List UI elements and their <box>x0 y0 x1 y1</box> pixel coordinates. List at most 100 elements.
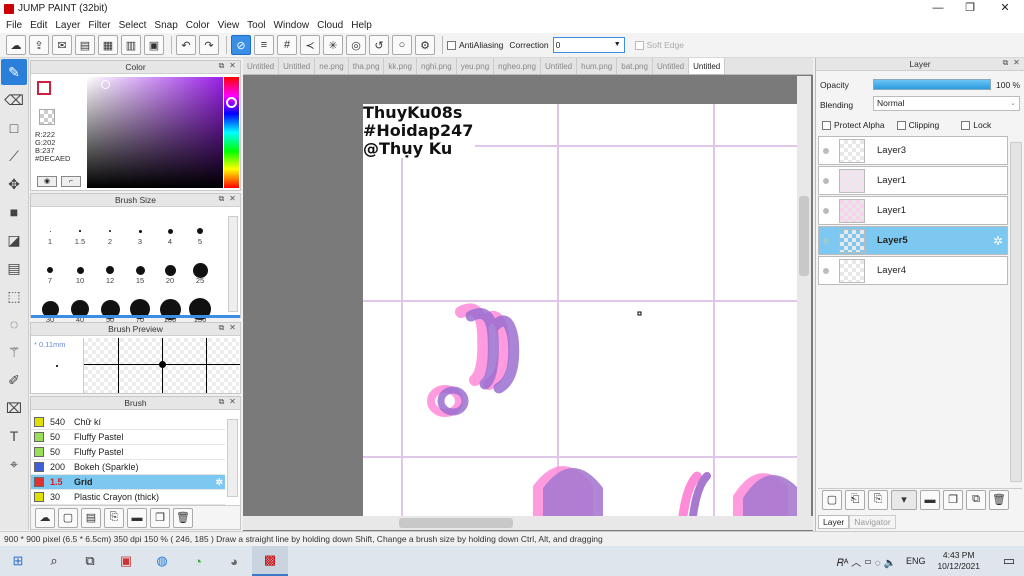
paint-app-icon[interactable]: ◕ <box>216 546 252 576</box>
tab-active[interactable]: Untitled <box>689 58 726 74</box>
pen-tool-icon[interactable]: ✎ <box>1 59 27 85</box>
line-tool-icon[interactable]: ⟋ <box>1 143 27 169</box>
bucket-tool-icon[interactable]: ◪ <box>1 227 27 253</box>
duplicate-icon[interactable]: ❐ <box>150 507 170 528</box>
folder-icon[interactable]: ▬ <box>127 507 147 528</box>
layer-list-scrollbar[interactable] <box>1010 142 1022 482</box>
layer-row[interactable]: Layer3 <box>818 136 1008 165</box>
document-tab[interactable]: Untitled <box>653 58 690 74</box>
document-tab[interactable]: Untitled <box>541 58 578 74</box>
scroll-thumb[interactable] <box>799 196 809 276</box>
scroll-thumb[interactable] <box>399 518 513 528</box>
close-icon[interactable]: ✕ <box>1012 59 1021 68</box>
windows-start-icon[interactable]: ⊞ <box>0 546 36 576</box>
hue-slider[interactable] <box>224 77 239 188</box>
brush-size-dot[interactable] <box>197 228 203 234</box>
snap-circle-icon[interactable]: ◎ <box>346 35 366 55</box>
menu-layer[interactable]: Layer <box>55 20 80 31</box>
snap-radial-icon[interactable]: ✳ <box>323 35 343 55</box>
language-indicator[interactable]: ENG <box>906 556 926 566</box>
brush-size-dot[interactable] <box>138 229 142 233</box>
brush-size-dot[interactable] <box>49 230 51 232</box>
document-tab[interactable]: yeu.png <box>457 58 495 74</box>
search-icon[interactable]: ⌕ <box>36 546 72 576</box>
redo-icon[interactable]: ↷ <box>199 35 219 55</box>
document-tab[interactable]: tha.png <box>349 58 385 74</box>
snap-ellipse-icon[interactable]: ○ <box>392 35 412 55</box>
document-tab[interactable]: kk.png <box>384 58 417 74</box>
undock-icon[interactable]: ⧉ <box>217 324 226 333</box>
tray-icons[interactable]: 𝑅ᴬ ︿ ▭ ◌ 🔈 <box>837 554 896 569</box>
new-brush-icon[interactable]: ▢ <box>58 507 78 528</box>
fill-rect-tool-icon[interactable]: ■ <box>1 199 27 225</box>
cloud-brush-icon[interactable]: ☁ <box>35 507 55 528</box>
color-picker-cursor[interactable] <box>101 80 110 89</box>
menu-color[interactable]: Color <box>186 20 210 31</box>
color-eye-icon[interactable]: ◉ <box>37 176 57 187</box>
brush-size-dot[interactable] <box>106 266 114 274</box>
new-layer-8bit-icon[interactable]: ⎗ <box>845 489 865 510</box>
brush-item[interactable]: 30 Plastic Crayon (thick) <box>31 490 225 505</box>
folder-icon[interactable]: ▬ <box>920 489 940 510</box>
gear-icon[interactable]: ✲ <box>215 477 223 488</box>
task-view-icon[interactable]: ⧉ <box>72 546 108 576</box>
tab-navigator[interactable]: Navigator <box>849 515 896 529</box>
lasso-tool-icon[interactable]: ◌ <box>1 311 27 337</box>
page-icon[interactable]: ▦ <box>98 35 118 55</box>
menu-cloud[interactable]: Cloud <box>317 20 343 31</box>
document-tab[interactable]: bat.png <box>617 58 653 74</box>
snap-settings-icon[interactable]: ⚙ <box>415 35 435 55</box>
minimize-button[interactable]: — <box>921 0 955 17</box>
store-icon[interactable]: ▣ <box>108 546 144 576</box>
notification-icon[interactable]: ▭ <box>994 546 1024 576</box>
menu-tool[interactable]: Tool <box>247 20 265 31</box>
document-tab[interactable]: nghi.png <box>417 58 457 74</box>
close-icon[interactable]: ✕ <box>228 398 237 407</box>
select-eraser-tool-icon[interactable]: ⌧ <box>1 395 27 421</box>
comment-icon[interactable]: ✉ <box>52 35 72 55</box>
menu-snap[interactable]: Snap <box>154 20 177 31</box>
menu-window[interactable]: Window <box>274 20 310 31</box>
brush-size-dot[interactable] <box>79 230 81 232</box>
canvas-horizontal-scrollbar[interactable] <box>243 516 813 530</box>
brush-size-dot[interactable] <box>109 230 111 232</box>
layer-row[interactable]: Layer1 <box>818 166 1008 195</box>
jump-paint-taskbar-icon[interactable]: ▩ <box>252 546 288 576</box>
close-icon[interactable]: ✕ <box>228 62 237 71</box>
document-tab[interactable]: hum.png <box>577 58 618 74</box>
clipping-checkbox[interactable] <box>896 120 906 130</box>
gradient-tool-icon[interactable]: ▤ <box>1 255 27 281</box>
gear-icon[interactable]: ✲ <box>993 234 1003 248</box>
panel-icon[interactable]: ▣ <box>144 35 164 55</box>
close-icon[interactable]: ✕ <box>228 324 237 333</box>
menu-view[interactable]: View <box>218 20 240 31</box>
move-tool-icon[interactable]: ✥ <box>1 171 27 197</box>
canvas-vertical-scrollbar[interactable] <box>797 76 811 516</box>
undock-icon[interactable]: ⧉ <box>1001 59 1010 68</box>
document-icon[interactable]: ▥ <box>121 35 141 55</box>
brush-item[interactable]: 50 Fluffy Pastel <box>31 430 225 445</box>
brush-size-dot[interactable] <box>135 265 145 275</box>
zalo-icon[interactable]: ◍ <box>144 546 180 576</box>
magic-wand-tool-icon[interactable]: ⚚ <box>1 339 27 365</box>
snap-off-icon[interactable]: ⊘ <box>231 35 251 55</box>
undock-icon[interactable]: ⧉ <box>217 62 226 71</box>
brush-size-dot[interactable] <box>164 264 176 276</box>
close-icon[interactable]: ✕ <box>228 195 237 204</box>
menu-file[interactable]: File <box>6 20 22 31</box>
menu-select[interactable]: Select <box>119 20 147 31</box>
eraser-tool-icon[interactable]: ⌫ <box>1 87 27 113</box>
protect-alpha-checkbox[interactable] <box>822 120 831 130</box>
snap-vanish-icon[interactable]: ≺ <box>300 35 320 55</box>
visibility-icon[interactable] <box>823 237 829 244</box>
brush-item[interactable]: 540 Chữ kí <box>31 415 225 430</box>
layer-menu-icon[interactable]: ▾ <box>891 489 917 510</box>
undo-icon[interactable]: ↶ <box>176 35 196 55</box>
layer-row[interactable]: Layer4 <box>818 256 1008 285</box>
document-tab[interactable]: Untitled <box>243 58 280 74</box>
eyedropper-tool-icon[interactable]: ⌖ <box>1 451 27 477</box>
clock[interactable]: 4:43 PM 10/12/2021 <box>937 550 980 572</box>
brush-item[interactable]: 50 Fluffy Pastel <box>31 445 225 460</box>
snap-grid-icon[interactable]: # <box>277 35 297 55</box>
new-layer-1bit-icon[interactable]: ⎘ <box>868 489 888 510</box>
